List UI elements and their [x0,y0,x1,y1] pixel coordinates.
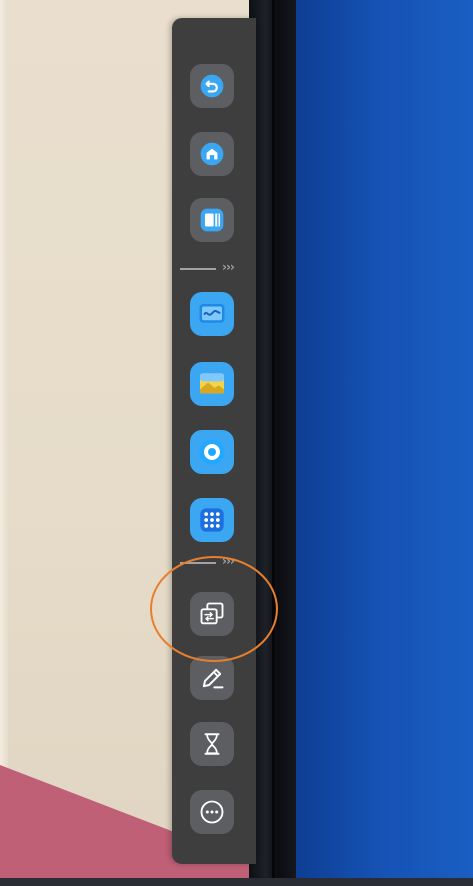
gallery-app-button[interactable] [190,362,234,406]
window-switch-icon [200,602,224,625]
display-screen [296,0,473,886]
whiteboard-app-button[interactable] [190,292,234,336]
recent-apps-icon [200,208,224,232]
hourglass-icon [204,733,220,755]
bezel-seam [272,0,275,886]
whiteboard-wave-icon [199,304,225,323]
undo-arrow-icon [200,74,224,98]
media-app-button[interactable] [190,430,234,474]
home-icon [200,142,224,166]
home-button[interactable] [190,132,234,176]
wall-highlight [0,0,8,886]
disc-icon [199,439,225,465]
timer-button[interactable] [190,722,234,766]
side-toolbar: ››› ››› [172,18,256,864]
expand-chevrons-icon[interactable]: ››› [222,554,235,568]
separator-line [180,562,216,564]
more-dots-icon [200,800,224,824]
apps-grid-button[interactable] [190,498,234,542]
multitask-button[interactable] [190,198,234,242]
screen-share-button[interactable] [190,592,234,636]
pencil-icon [202,668,224,689]
expand-chevrons-icon[interactable]: ››› [222,260,235,274]
back-button[interactable] [190,64,234,108]
toolbar-separator: ››› [178,554,256,570]
floor-strip [0,878,473,886]
more-button[interactable] [190,790,234,834]
app-grid-icon [200,508,224,532]
toolbar-separator: ››› [178,260,256,276]
image-icon [200,373,224,394]
annotate-button[interactable] [190,656,234,700]
separator-line [180,268,216,270]
